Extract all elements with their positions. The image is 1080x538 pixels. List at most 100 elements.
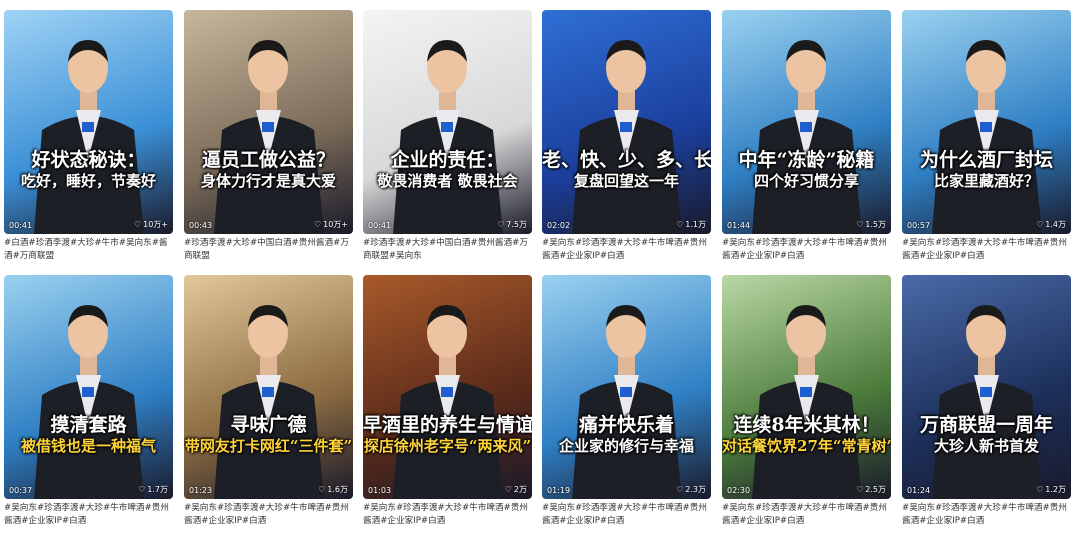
presenter-figure	[752, 40, 862, 234]
like-count: ♡ 2.5万	[856, 484, 886, 495]
video-card[interactable]: 万商联盟一周年 大珍人新书首发 01:24 ♡ 1.2万 #吴向东#珍酒李渡#大珍#牛市啤…	[902, 275, 1071, 528]
like-count: ♡ 1.4万	[1036, 219, 1066, 230]
hashtag-text[interactable]: #吴向东#珍酒李渡#大珍#牛市啤酒#贵州酱酒#企业家IP#白酒	[722, 502, 891, 528]
presenter-figure	[572, 305, 682, 499]
title-line-1: 为什么酒厂封坛	[919, 149, 1053, 171]
heart-icon: ♡	[138, 485, 146, 494]
title-line-1: 逼员工做公益？	[201, 149, 335, 171]
video-card[interactable]: 摸清套路 被借钱也是一种福气 00:37 ♡ 1.7万 #吴向东#珍酒李渡#大珍#牛市啤酒…	[4, 275, 173, 528]
hashtag-text[interactable]: #珍酒李渡#大珍#中国白酒#贵州酱酒#万商联盟#吴向东	[363, 237, 532, 263]
title-line-2: 被借钱也是一种福气	[20, 437, 156, 455]
like-count-value: 1.6万	[327, 485, 348, 494]
title-line-2: 比家里藏酒好？	[933, 172, 1039, 190]
presenter-figure	[932, 40, 1042, 234]
presenter-figure	[932, 305, 1042, 499]
duration-label: 00:41	[368, 221, 392, 230]
duration-label: 00:57	[907, 221, 931, 230]
video-card[interactable]: 早酒里的养生与情谊 探店徐州老字号“两来风” 01:03 ♡ 2万 #吴向东#珍酒李渡#大…	[363, 275, 532, 528]
title-line-2: 敬畏消费者 敬畏社会	[377, 172, 518, 190]
video-thumbnail[interactable]: 逼员工做公益？ 身体力行才是真大爱 00:43 ♡ 10万+	[184, 10, 353, 234]
title-line-2: 对话餐饮界27年“常青树”	[722, 437, 891, 455]
video-card[interactable]: 企业的责任： 敬畏消费者 敬畏社会 00:41 ♡ 7.5万 #珍酒李渡#大珍#中国白酒#…	[363, 10, 532, 263]
video-thumbnail[interactable]: 为什么酒厂封坛 比家里藏酒好？ 00:57 ♡ 1.4万	[902, 10, 1071, 234]
like-count: ♡ 1.6万	[318, 484, 348, 495]
duration-label: 01:23	[189, 486, 213, 495]
like-count-value: 2万	[513, 485, 527, 494]
video-thumbnail[interactable]: 老、快、少、多、长 复盘回望这一年 02:02 ♡ 1.1万	[542, 10, 711, 234]
title-line-1: 摸清套路	[50, 414, 127, 436]
title-line-1: 老、快、少、多、长	[542, 149, 711, 171]
duration-label: 00:41	[9, 221, 33, 230]
like-count-value: 10万+	[143, 220, 168, 229]
presenter-figure	[214, 40, 324, 234]
presenter-figure	[34, 40, 144, 234]
video-card[interactable]: 寻味广德 带网友打卡网红“三件套” 01:23 ♡ 1.6万 #吴向东#珍酒李渡#大珍#牛…	[184, 275, 353, 528]
title-line-2: 企业家的修行与幸福	[558, 437, 694, 455]
hashtag-text[interactable]: #吴向东#珍酒李渡#大珍#牛市啤酒#贵州酱酒#企业家IP#白酒	[902, 237, 1071, 263]
title-line-1: 早酒里的养生与情谊	[363, 414, 532, 436]
video-card[interactable]: 痛并快乐着 企业家的修行与幸福 01:19 ♡ 2.3万 #吴向东#珍酒李渡#大珍#牛市啤…	[542, 275, 711, 528]
presenter-figure	[572, 40, 682, 234]
duration-label: 00:37	[9, 486, 33, 495]
like-count: ♡ 2.3万	[676, 484, 706, 495]
heart-icon: ♡	[497, 220, 505, 229]
hashtag-text[interactable]: #吴向东#珍酒李渡#大珍#牛市啤酒#贵州酱酒#企业家IP#白酒	[542, 237, 711, 263]
presenter-figure	[752, 305, 862, 499]
like-count: ♡ 1.5万	[856, 219, 886, 230]
hashtag-text[interactable]: #白酒#珍酒李渡#大珍#牛市#吴向东#酱酒#万商联盟	[4, 237, 173, 263]
title-line-1: 中年“冻龄”秘籍	[738, 149, 875, 171]
hashtag-text[interactable]: #吴向东#珍酒李渡#大珍#牛市啤酒#贵州酱酒#企业家IP#白酒	[184, 502, 353, 528]
title-line-2: 吃好，睡好，节奏好	[20, 172, 156, 190]
video-thumbnail[interactable]: 摸清套路 被借钱也是一种福气 00:37 ♡ 1.7万	[4, 275, 173, 499]
video-thumbnail[interactable]: 好状态秘诀： 吃好，睡好，节奏好 00:41 ♡ 10万+	[4, 10, 173, 234]
video-thumbnail[interactable]: 中年“冻龄”秘籍 四个好习惯分享 01:44 ♡ 1.5万	[722, 10, 891, 234]
title-line-2: 四个好习惯分享	[753, 172, 859, 190]
title-line-1: 寻味广德	[230, 414, 307, 436]
video-thumbnail[interactable]: 早酒里的养生与情谊 探店徐州老字号“两来风” 01:03 ♡ 2万	[363, 275, 532, 499]
video-thumbnail[interactable]: 寻味广德 带网友打卡网红“三件套” 01:23 ♡ 1.6万	[184, 275, 353, 499]
heart-icon: ♡	[1036, 485, 1044, 494]
video-card[interactable]: 老、快、少、多、长 复盘回望这一年 02:02 ♡ 1.1万 #吴向东#珍酒李渡#大珍#牛…	[542, 10, 711, 263]
hashtag-text[interactable]: #珍酒李渡#大珍#中国白酒#贵州酱酒#万商联盟	[184, 237, 353, 263]
duration-label: 01:03	[368, 486, 392, 495]
video-thumbnail[interactable]: 企业的责任： 敬畏消费者 敬畏社会 00:41 ♡ 7.5万	[363, 10, 532, 234]
title-line-1: 企业的责任：	[390, 149, 505, 171]
like-count: ♡ 10万+	[314, 219, 348, 230]
title-line-1: 万商联盟一周年	[919, 414, 1053, 436]
title-line-1: 好状态秘诀：	[31, 149, 146, 171]
video-card[interactable]: 中年“冻龄”秘籍 四个好习惯分享 01:44 ♡ 1.5万 #吴向东#珍酒李渡#大珍#牛市…	[722, 10, 891, 263]
title-line-2: 复盘回望这一年	[573, 172, 679, 190]
duration-label: 02:30	[727, 486, 751, 495]
title-line-1: 连续8年米其林！	[733, 414, 880, 436]
heart-icon: ♡	[313, 220, 322, 229]
hashtag-text[interactable]: #吴向东#珍酒李渡#大珍#牛市啤酒#贵州酱酒#企业家IP#白酒	[542, 502, 711, 528]
like-count-value: 7.5万	[506, 220, 527, 229]
video-thumbnail[interactable]: 痛并快乐着 企业家的修行与幸福 01:19 ♡ 2.3万	[542, 275, 711, 499]
presenter-figure	[393, 305, 503, 499]
video-card[interactable]: 好状态秘诀： 吃好，睡好，节奏好 00:41 ♡ 10万+ #白酒#珍酒李渡#大珍#牛市#…	[4, 10, 173, 263]
heart-icon: ♡	[318, 485, 326, 494]
video-thumbnail[interactable]: 万商联盟一周年 大珍人新书首发 01:24 ♡ 1.2万	[902, 275, 1071, 499]
like-count: ♡ 1.7万	[138, 484, 168, 495]
like-count-value: 1.1万	[685, 220, 706, 229]
like-count: ♡ 10万+	[134, 219, 168, 230]
video-card[interactable]: 逼员工做公益？ 身体力行才是真大爱 00:43 ♡ 10万+ #珍酒李渡#大珍#中国白酒#…	[184, 10, 353, 263]
presenter-figure	[393, 40, 503, 234]
like-count-value: 2.5万	[865, 485, 886, 494]
hashtag-text[interactable]: #吴向东#珍酒李渡#大珍#牛市啤酒#贵州酱酒#企业家IP#白酒	[363, 502, 532, 528]
video-thumbnail[interactable]: 连续8年米其林！ 对话餐饮界27年“常青树” 02:30 ♡ 2.5万	[722, 275, 891, 499]
presenter-figure	[214, 305, 324, 499]
video-card[interactable]: 连续8年米其林！ 对话餐饮界27年“常青树” 02:30 ♡ 2.5万 #吴向东#珍酒李渡…	[722, 275, 891, 528]
like-count-value: 1.2万	[1045, 485, 1066, 494]
duration-label: 01:44	[727, 221, 751, 230]
heart-icon: ♡	[1036, 220, 1044, 229]
hashtag-text[interactable]: #吴向东#珍酒李渡#大珍#牛市啤酒#贵州酱酒#企业家IP#白酒	[4, 502, 173, 528]
like-count: ♡ 1.1万	[676, 219, 706, 230]
heart-icon: ♡	[676, 485, 684, 494]
hashtag-text[interactable]: #吴向东#珍酒李渡#大珍#牛市啤酒#贵州酱酒#企业家IP#白酒	[722, 237, 891, 263]
duration-label: 00:43	[189, 221, 213, 230]
duration-label: 01:24	[907, 486, 931, 495]
hashtag-text[interactable]: #吴向东#珍酒李渡#大珍#牛市啤酒#贵州酱酒#企业家IP#白酒	[902, 502, 1071, 528]
video-grid: 好状态秘诀： 吃好，睡好，节奏好 00:41 ♡ 10万+ #白酒#珍酒李渡#大珍#牛市#…	[0, 0, 1080, 538]
video-card[interactable]: 为什么酒厂封坛 比家里藏酒好？ 00:57 ♡ 1.4万 #吴向东#珍酒李渡#大珍#牛市啤…	[902, 10, 1071, 263]
